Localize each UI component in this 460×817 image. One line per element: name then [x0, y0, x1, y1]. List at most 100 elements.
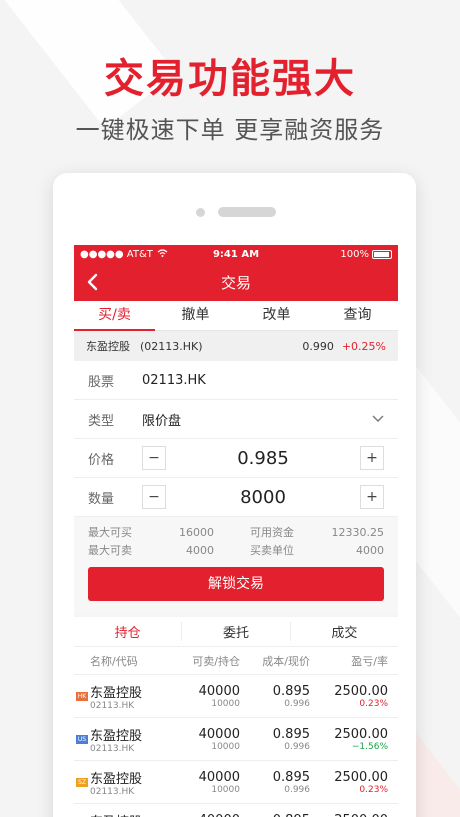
lot-size-value: 4000 — [356, 543, 384, 557]
holding-qty: 10000 — [211, 698, 240, 709]
positions-table: HK 东盈控股 02113.HK 40000 10000 0.895 0.996… — [74, 675, 398, 817]
quote-change: +0.25% — [341, 339, 386, 353]
phone-frame: ●●●●● AT&T 9:41 AM 100% 交易 买/卖 撤单 改单 查询 — [53, 173, 416, 817]
order-type-select[interactable]: 类型 限价盘 — [74, 400, 398, 439]
quantity-minus-button[interactable]: − — [142, 485, 166, 509]
pnl-cell: 2500.00 −1.56% — [310, 727, 388, 752]
chevron-down-icon — [372, 412, 384, 427]
quote-name: 东盈控股 — [86, 340, 130, 353]
table-row[interactable]: US 东盈控股 02113.HK 40000 10000 0.895 0.996… — [74, 718, 398, 761]
holding-qty: 10000 — [211, 784, 240, 795]
battery-icon — [372, 249, 392, 259]
pnl-value: 2500.00 — [334, 683, 388, 699]
pnl-rate: 0.23% — [359, 698, 388, 709]
pnl-cell: 2500.00 0.23% — [310, 770, 388, 795]
quantity-input[interactable]: 8000 — [166, 487, 360, 508]
pnl-value: 2500.00 — [334, 813, 388, 817]
name-cell: 东盈控股 02113.HK — [90, 811, 182, 817]
tab-deals[interactable]: 成交 — [291, 622, 398, 641]
holding-qty: 10000 — [211, 741, 240, 752]
tab-cancel-order[interactable]: 撤单 — [155, 301, 236, 330]
column-header: 成本/现价 — [262, 654, 310, 668]
stock-input[interactable]: 02113.HK — [142, 373, 206, 388]
subheadline: 一键极速下单 更享融资服务 — [75, 116, 385, 144]
price-cell: 0.895 0.996 — [240, 684, 310, 709]
price-cell: 0.895 0.996 — [240, 813, 310, 817]
stock-row[interactable]: 股票 02113.HK — [74, 361, 398, 400]
price-cell: 0.895 0.996 — [240, 727, 310, 752]
max-buy-value: 16000 — [179, 525, 214, 539]
quantity-cell: 40000 10000 — [182, 770, 240, 795]
wifi-icon — [157, 248, 168, 260]
quantity-cell: 40000 10000 — [182, 727, 240, 752]
quantity-label: 数量 — [88, 491, 115, 507]
column-header: 盈亏/率 — [351, 654, 388, 668]
quote-code: (02113.HK) — [140, 339, 203, 353]
pnl-cell: 2500.00 0.23% — [310, 684, 388, 709]
app-screen: ●●●●● AT&T 9:41 AM 100% 交易 买/卖 撤单 改单 查询 — [74, 245, 398, 817]
back-button[interactable] — [74, 263, 110, 301]
camera-dot — [196, 208, 205, 217]
nav-bar: 交易 — [74, 263, 398, 301]
column-header: 可卖/持仓 — [192, 654, 240, 668]
unlock-trade-button[interactable]: 解锁交易 — [88, 567, 384, 601]
tab-query[interactable]: 查询 — [317, 301, 398, 330]
current-price: 0.996 — [284, 698, 310, 709]
pnl-cell: 2500.00 0.23% — [310, 813, 388, 817]
quantity-cell: 40000 10000 — [182, 684, 240, 709]
status-bar: ●●●●● AT&T 9:41 AM 100% — [74, 245, 398, 263]
current-price: 0.996 — [284, 784, 310, 795]
speaker-grille — [218, 207, 276, 217]
price-minus-button[interactable]: − — [142, 446, 166, 470]
table-header: 名称/代码 可卖/持仓 成本/现价 盈亏/率 — [74, 647, 398, 675]
tab-orders[interactable]: 委托 — [182, 622, 291, 641]
lot-size-label: 买卖单位 — [250, 544, 294, 557]
table-row[interactable]: HK 东盈控股 02113.HK 40000 10000 0.895 0.996… — [74, 675, 398, 718]
page-title: 交易 — [220, 273, 251, 292]
max-sell-value: 4000 — [186, 543, 214, 557]
sellable-qty: 40000 — [199, 813, 240, 817]
pnl-rate: −1.56% — [351, 741, 388, 752]
table-row[interactable]: HK 东盈控股 02113.HK 40000 10000 0.895 0.996… — [74, 804, 398, 817]
pnl-value: 2500.00 — [334, 726, 388, 742]
quote-price: 0.990 — [302, 339, 334, 353]
stock-code: 02113.HK — [90, 700, 135, 711]
type-value: 限价盘 — [142, 413, 182, 429]
cost-price: 0.895 — [273, 813, 310, 817]
order-form: 股票 02113.HK 类型 限价盘 价格 − 0.985 + 数量 − 800… — [74, 361, 398, 517]
name-cell: 东盈控股 02113.HK — [90, 682, 182, 711]
stock-name: 东盈控股 — [90, 685, 143, 701]
trade-tabs: 买/卖 撤单 改单 查询 — [74, 301, 398, 331]
tab-positions[interactable]: 持仓 — [74, 622, 183, 641]
tab-buy-sell[interactable]: 买/卖 — [74, 301, 155, 331]
quantity-stepper: 数量 − 8000 + — [74, 478, 398, 517]
price-plus-button[interactable]: + — [360, 446, 384, 470]
type-label: 类型 — [88, 413, 115, 429]
max-sell-label: 最大可卖 — [88, 544, 132, 557]
stock-code: 02113.HK — [90, 743, 135, 754]
pnl-rate: 0.23% — [359, 784, 388, 795]
stock-name: 东盈控股 — [90, 728, 143, 744]
account-limits: 最大可买 16000 可用资金 12330.25 最大可卖 4000 买卖单位 … — [74, 517, 398, 559]
pnl-value: 2500.00 — [334, 769, 388, 785]
cost-price: 0.895 — [272, 769, 310, 785]
stock-code: 02113.HK — [90, 786, 135, 797]
price-input[interactable]: 0.985 — [166, 448, 360, 469]
table-row[interactable]: SZ 东盈控股 02113.HK 40000 10000 0.895 0.996… — [74, 761, 398, 804]
sellable-qty: 40000 — [198, 726, 240, 742]
position-tabs: 持仓 委托 成交 — [74, 617, 398, 647]
headline: 交易功能强大 — [104, 56, 356, 102]
funds-label: 可用资金 — [250, 526, 294, 539]
market-badge: SZ — [76, 778, 88, 787]
name-cell: 东盈控股 02113.HK — [90, 768, 182, 797]
cost-price: 0.895 — [272, 683, 310, 699]
stock-label: 股票 — [88, 374, 115, 390]
funds-value: 12330.25 — [331, 525, 385, 539]
stock-name: 东盈控股 — [90, 811, 182, 817]
max-buy-label: 最大可买 — [88, 526, 132, 539]
market-badge: US — [76, 735, 88, 744]
carrier-label: ●●●●● AT&T — [80, 248, 153, 260]
tab-modify-order[interactable]: 改单 — [236, 301, 317, 330]
price-label: 价格 — [88, 452, 115, 468]
quantity-plus-button[interactable]: + — [360, 485, 384, 509]
